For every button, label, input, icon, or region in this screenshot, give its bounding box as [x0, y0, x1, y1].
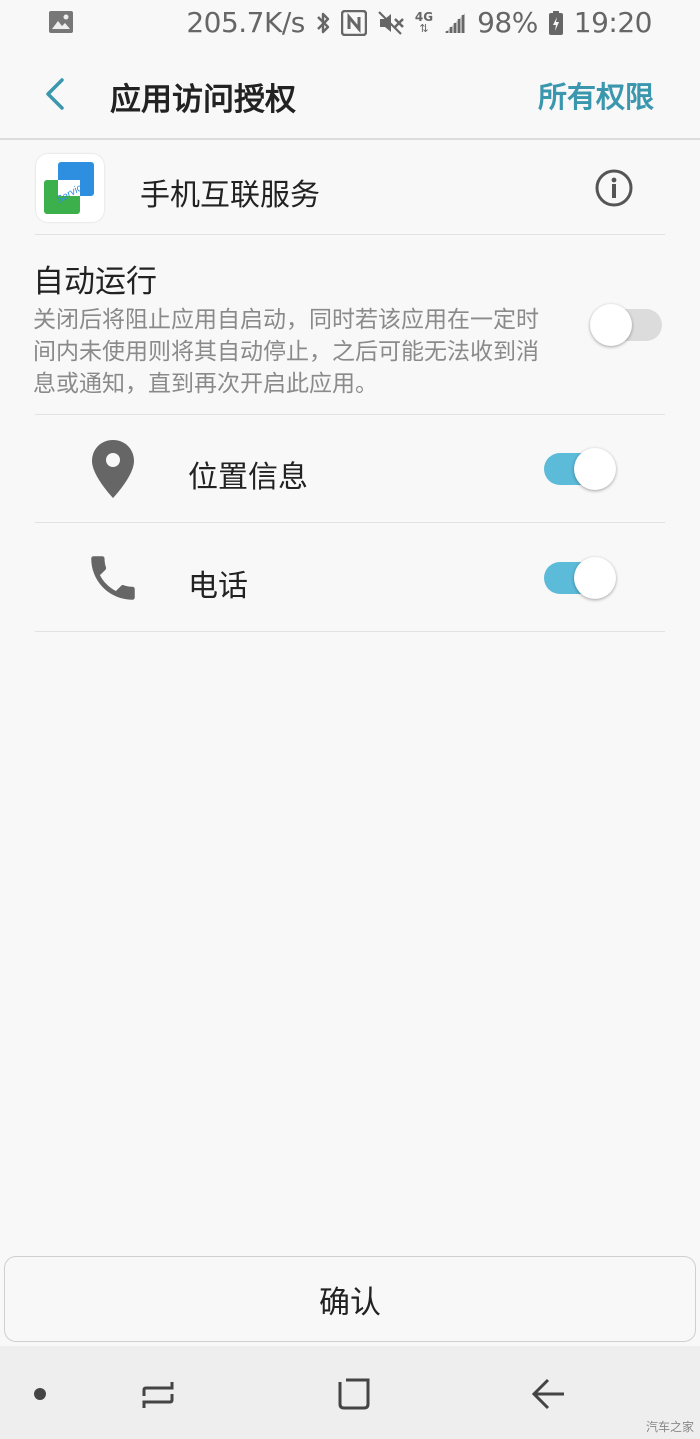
- location-permission-toggle[interactable]: [542, 448, 616, 490]
- phone-permission-toggle[interactable]: [542, 557, 616, 599]
- app-name: 手机互联服务: [140, 178, 320, 213]
- watermark: 汽车之家: [645, 1420, 694, 1434]
- battery-charging-icon: [548, 10, 564, 36]
- permission-label-location: 位置信息: [188, 460, 308, 495]
- clock: 19:20: [573, 6, 653, 39]
- divider: [35, 414, 665, 415]
- chevron-left-icon: [46, 78, 64, 110]
- divider: [35, 234, 665, 235]
- auto-run-title: 自动运行: [33, 264, 157, 300]
- back-arrow-icon: [531, 1378, 564, 1410]
- battery-percent: 98%: [477, 6, 538, 39]
- permission-label-phone: 电话: [188, 569, 248, 604]
- network-speed: 205.7K/s: [186, 6, 305, 39]
- divider: [35, 522, 665, 523]
- location-pin-icon: [90, 438, 136, 504]
- network-4g-icon: 4G ⇅: [414, 9, 434, 35]
- toggle-thumb: [574, 557, 616, 599]
- network-type: 4G: [414, 9, 434, 24]
- signal-icon: [443, 11, 467, 35]
- nav-dot-button[interactable]: [34, 1388, 46, 1400]
- info-icon: [595, 169, 633, 207]
- nfc-icon: [340, 9, 367, 36]
- back-nav-button[interactable]: [528, 1374, 570, 1418]
- mute-icon: [377, 10, 405, 36]
- phone-icon: [84, 549, 142, 611]
- page-title: 应用访问授权: [110, 82, 296, 118]
- image-icon: [48, 10, 74, 34]
- home-button[interactable]: [334, 1374, 374, 1418]
- confirm-button[interactable]: 确认: [4, 1256, 696, 1342]
- status-bar: 205.7K/s 4G ⇅ 98% 19:20: [0, 0, 700, 50]
- app-icon: Service: [36, 154, 104, 222]
- recent-apps-icon: [142, 1382, 174, 1408]
- app-info-button[interactable]: [594, 168, 634, 208]
- toggle-thumb: [574, 448, 616, 490]
- auto-run-description: 关闭后将阻止应用自启动，同时若该应用在一定时间内未使用则将其自动停止，之后可能无…: [33, 307, 539, 397]
- bluetooth-icon: [315, 10, 331, 36]
- home-icon: [338, 1378, 370, 1410]
- data-arrows: ⇅: [419, 21, 429, 35]
- recent-apps-button[interactable]: [138, 1376, 178, 1418]
- all-permissions-button[interactable]: 所有权限: [538, 74, 654, 116]
- navigation-bar: 汽车之家: [0, 1346, 700, 1439]
- divider: [35, 631, 665, 632]
- back-button[interactable]: [34, 72, 74, 116]
- auto-run-toggle[interactable]: [590, 304, 664, 346]
- toggle-thumb: [590, 304, 632, 346]
- app-bar: 应用访问授权 所有权限: [0, 50, 700, 140]
